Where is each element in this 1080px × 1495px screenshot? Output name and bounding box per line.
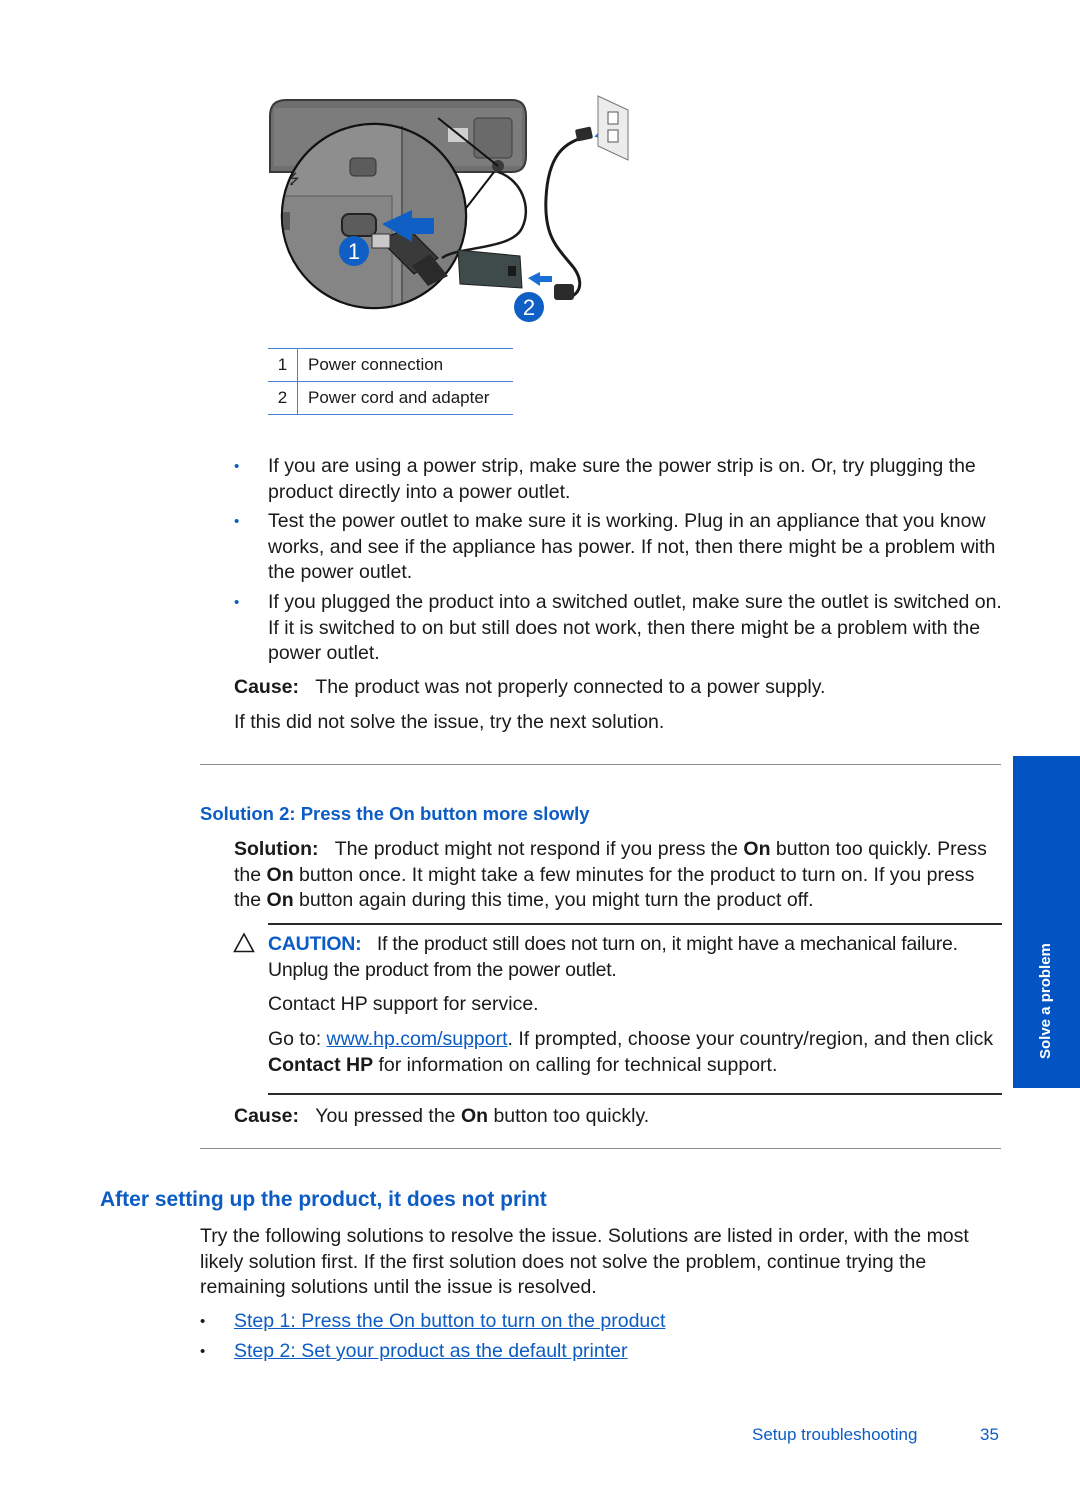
svg-text:2: 2 [523, 295, 535, 320]
on-button-term: On [460, 1105, 489, 1127]
legend-number: 2 [268, 381, 298, 415]
next-solution-text: If this did not solve the issue, try the… [234, 711, 665, 733]
legend-label: Power connection [297, 348, 513, 382]
on-button-term: On [743, 838, 771, 860]
text: The product might not respond if you pre… [334, 838, 744, 860]
bullet-icon: • [200, 1343, 206, 1360]
solution-2-heading: Solution 2: Press the On button more slo… [200, 803, 590, 824]
wall-outlet-icon [597, 95, 629, 161]
text: button too quickly. [488, 1105, 650, 1127]
chapter-side-tab: Solve a problem [1013, 756, 1080, 1088]
text: for information on calling for technical… [373, 1053, 778, 1076]
list-item: • If you are using a power strip, make s… [234, 454, 1014, 505]
side-tab-label: Solve a problem [1037, 943, 1054, 1059]
cause-paragraph: Cause: You pressed the On button too qui… [234, 1104, 1004, 1130]
bullet-text: If you plugged the product into a switch… [268, 591, 1002, 664]
on-button-term: On [266, 889, 294, 911]
callout-1: 1 [339, 236, 369, 266]
solution-label: Solution: [234, 838, 319, 860]
list-item: • Step 1: Press the On button to turn on… [200, 1309, 1000, 1335]
caution-triangle-icon [233, 932, 255, 953]
callout-2: 2 [514, 292, 544, 322]
power-adapter-icon [457, 249, 523, 289]
cause-paragraph: Cause: The product was not properly conn… [234, 675, 1014, 701]
step-1-link[interactable]: Step 1: Press the On button to turn on t… [234, 1310, 665, 1332]
text: . If prompted, choose your country/regio… [507, 1028, 994, 1050]
section-intro: Try the following solutions to resolve t… [200, 1225, 969, 1298]
contact-text: Contact HP support for service. [268, 993, 539, 1015]
bullet-icon: • [200, 1313, 206, 1330]
goto-paragraph: Go to: www.hp.com/support. If prompted, … [268, 1027, 1008, 1078]
solution-2-paragraph: Solution: The product might not respond … [234, 837, 1004, 914]
bullet-icon: • [234, 594, 240, 611]
page-number: 35 [980, 1425, 999, 1444]
bullet-text: Test the power outlet to make sure it is… [268, 510, 996, 583]
list-item: • Test the power outlet to make sure it … [234, 509, 1014, 586]
bullet-text: If you are using a power strip, make sur… [268, 455, 976, 503]
hp-support-link[interactable]: www.hp.com/support [327, 1028, 508, 1050]
divider [200, 1148, 1001, 1149]
contact-hp-term: Contact HP [268, 1053, 374, 1076]
svg-text:1: 1 [348, 239, 360, 264]
footer-chapter-title: Setup troubleshooting [752, 1425, 918, 1444]
power-connection-illustration: ⭍ 1 2 [269, 95, 629, 322]
bullet-icon: • [234, 458, 240, 475]
cause-label: Cause: [234, 676, 300, 698]
caution-label: CAUTION: [268, 933, 362, 955]
bullet-icon: • [234, 513, 240, 530]
adapter-arrow-icon [528, 272, 552, 286]
step-2-link[interactable]: Step 2: Set your product as the default … [234, 1340, 628, 1362]
on-button-term: On [266, 863, 294, 886]
caution-top-rule [268, 923, 1002, 925]
text: button again during this time, you might… [293, 889, 814, 911]
list-item: • If you plugged the product into a swit… [234, 590, 1014, 667]
caution-text: If the product still does not turn on, i… [268, 933, 958, 981]
divider [200, 764, 1001, 765]
list-item: • Step 2: Set your product as the defaul… [200, 1339, 1000, 1365]
text: Go to: [268, 1028, 327, 1050]
legend-label: Power cord and adapter [297, 381, 513, 415]
section-heading: After setting up the product, it does no… [100, 1188, 547, 1211]
legend-number: 1 [268, 348, 298, 382]
caution-bottom-rule [268, 1093, 1002, 1095]
cause-text: The product was not properly connected t… [315, 676, 826, 698]
figure-legend-table: 1 Power connection 2 Power cord and adap… [268, 348, 513, 415]
cause-label: Cause: [234, 1105, 300, 1127]
legend-row: 1 Power connection [268, 348, 513, 382]
text: You pressed the [315, 1105, 461, 1127]
legend-row: 2 Power cord and adapter [268, 381, 513, 415]
caution-paragraph: CAUTION: If the product still does not t… [268, 932, 1008, 983]
